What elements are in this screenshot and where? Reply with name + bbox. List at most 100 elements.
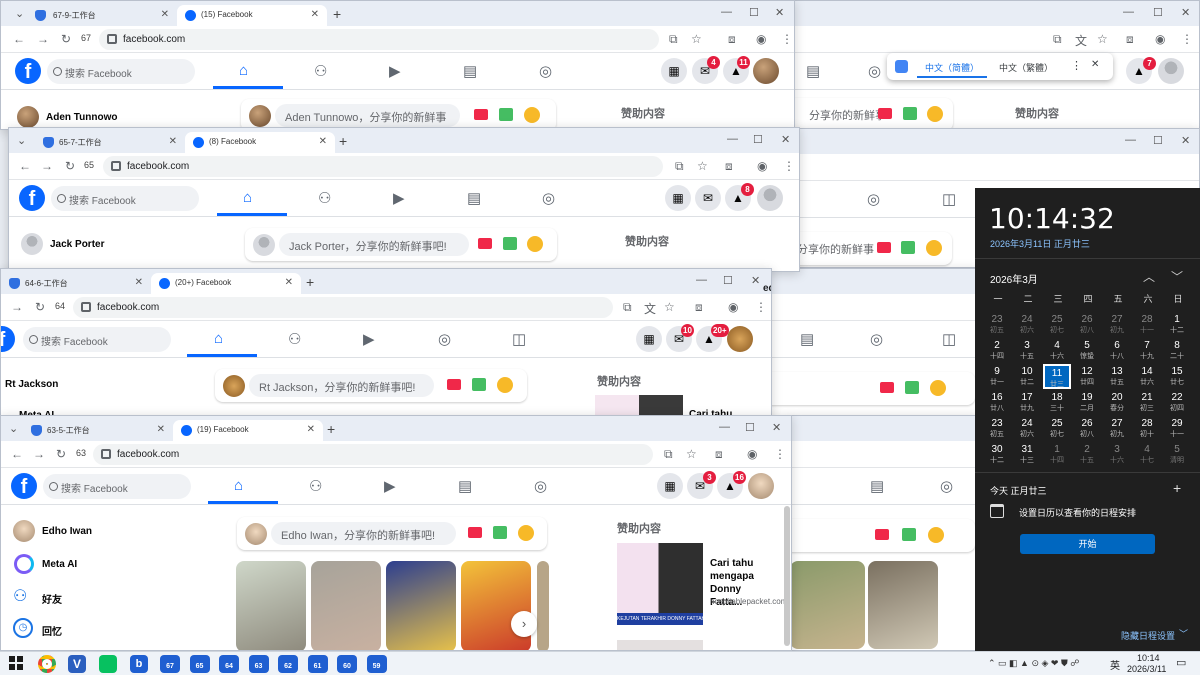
calendar-day[interactable]: 3 十六 <box>1103 442 1131 467</box>
close-tab-icon[interactable]: ✕ <box>311 9 319 20</box>
photo-icon[interactable] <box>905 381 919 394</box>
avatar[interactable] <box>757 185 783 211</box>
tab-facebook[interactable]: (15) Facebook ✕ <box>177 5 327 26</box>
messenger-button[interactable]: ✉ <box>695 185 721 211</box>
calendar-day[interactable]: 6 十八 <box>1103 338 1131 363</box>
menu-grid-button[interactable]: ▦ <box>657 473 683 499</box>
star-icon[interactable]: ☆ <box>686 447 697 461</box>
tab-facebook[interactable]: (20+) Facebook ✕ <box>151 273 301 294</box>
live-video-icon[interactable] <box>468 527 482 538</box>
feeling-icon[interactable] <box>497 377 513 393</box>
search-input[interactable]: 搜索 Facebook <box>23 327 171 352</box>
photo-icon[interactable] <box>901 241 915 254</box>
star-icon[interactable]: ☆ <box>691 32 702 46</box>
close-button[interactable]: ✕ <box>751 274 760 287</box>
taskbar-window-button[interactable]: 60 <box>337 655 357 673</box>
calendar-day[interactable]: 5 惊蛰 <box>1073 338 1101 363</box>
live-video-icon[interactable] <box>474 109 488 120</box>
minimize-button[interactable]: — <box>719 421 730 433</box>
groups-icon[interactable]: ◎ <box>438 330 451 348</box>
feeling-icon[interactable] <box>928 527 944 543</box>
story-card[interactable] <box>790 561 865 649</box>
profile-icon[interactable]: ◉ <box>1155 32 1165 46</box>
friends-icon[interactable]: ⚇ <box>288 330 301 348</box>
extensions-icon[interactable]: ⧈ <box>715 447 723 462</box>
groups-icon[interactable]: ◎ <box>539 62 552 80</box>
tab-workspace[interactable]: 65-7-工作台 ✕ <box>35 132 185 153</box>
groups-icon[interactable]: ◎ <box>542 189 555 207</box>
search-input[interactable]: 搜索 Facebook <box>47 59 195 84</box>
composer-text[interactable]: 分享你的新鲜事 <box>809 107 886 123</box>
gaming-icon[interactable]: ◫ <box>942 330 956 348</box>
new-tab-button[interactable]: + <box>333 6 341 22</box>
clock-date[interactable]: 2026年3月11日 正月廿三 <box>990 237 1090 250</box>
close-tab-icon[interactable]: ✕ <box>135 277 143 288</box>
close-button[interactable]: ✕ <box>775 6 784 19</box>
groups-icon[interactable]: ◎ <box>870 330 883 348</box>
close-tab-icon[interactable]: ✕ <box>319 136 327 147</box>
groups-icon[interactable]: ◎ <box>868 62 881 80</box>
calendar-day[interactable]: 27 初九 <box>1103 312 1131 337</box>
calendar-day[interactable]: 29 十一 <box>1163 416 1191 441</box>
calendar-day[interactable]: 18 三十 <box>1043 390 1071 415</box>
new-tab-button[interactable]: + <box>339 133 347 149</box>
new-tab-button[interactable]: + <box>327 421 335 437</box>
minimize-button[interactable]: — <box>727 133 738 145</box>
facebook-logo-icon[interactable]: f <box>15 58 41 84</box>
calendar-day[interactable]: 21 初三 <box>1133 390 1161 415</box>
close-tab-icon[interactable]: ✕ <box>161 9 169 20</box>
minimize-button[interactable]: — <box>696 274 707 286</box>
menu-icon[interactable]: ⋮ <box>783 159 795 173</box>
close-tab-icon[interactable]: ✕ <box>285 277 293 288</box>
calendar-day[interactable]: 19 二月 <box>1073 390 1101 415</box>
calendar-day[interactable]: 24 初六 <box>1013 312 1041 337</box>
menu-icon[interactable]: ⋮ <box>781 32 793 46</box>
reload-icon[interactable]: ↻ <box>35 300 45 314</box>
marketplace-icon[interactable]: ▤ <box>467 189 481 207</box>
sidebar-item-memories[interactable]: 回忆 <box>42 623 62 638</box>
calendar-day[interactable]: 9 廿一 <box>983 364 1011 389</box>
marketplace-icon[interactable]: ▤ <box>458 477 472 495</box>
facebook-logo-icon[interactable]: f <box>1 326 15 352</box>
groups-icon[interactable]: ◎ <box>940 477 953 495</box>
facebook-logo-icon[interactable]: f <box>19 185 45 211</box>
calendar-day[interactable]: 25 初七 <box>1043 416 1071 441</box>
maximize-button[interactable]: ☐ <box>745 421 755 434</box>
calendar-day[interactable]: 20 春分 <box>1103 390 1131 415</box>
profile-icon[interactable]: ◉ <box>728 300 738 314</box>
live-video-icon[interactable] <box>447 379 461 390</box>
groups-icon[interactable]: ◎ <box>534 477 547 495</box>
calendar-day[interactable]: 4 十七 <box>1133 442 1161 467</box>
minimize-button[interactable]: — <box>721 6 732 18</box>
reload-icon[interactable]: ↻ <box>56 447 66 461</box>
composer-input[interactable]: Edho Iwan，分享你的新鲜事吧! <box>271 522 456 545</box>
calendar-day[interactable]: 15 廿七 <box>1163 364 1191 389</box>
wechat-icon[interactable] <box>99 655 117 673</box>
maximize-button[interactable]: ☐ <box>753 133 763 146</box>
extensions-icon[interactable]: ⧈ <box>728 32 736 47</box>
more-icon[interactable]: ⋮ <box>1071 59 1082 72</box>
extensions-icon[interactable]: ⧈ <box>1126 32 1134 47</box>
month-title[interactable]: 2026年3月 <box>990 271 1038 286</box>
calendar-day[interactable]: 23 初五 <box>983 416 1011 441</box>
ime-indicator[interactable]: 英 <box>1110 657 1120 672</box>
site-info-icon[interactable] <box>107 34 117 44</box>
ad-domain[interactable]: hospitablepacket.com <box>710 597 787 607</box>
calendar-day[interactable]: 23 初五 <box>983 312 1011 337</box>
facebook-logo-icon[interactable]: f <box>11 473 37 499</box>
calendar-day[interactable]: 2 十四 <box>983 338 1011 363</box>
user-name[interactable]: Aden Tunnowo <box>46 112 117 123</box>
profile-icon[interactable]: ◉ <box>756 32 766 46</box>
video-icon[interactable]: ▶ <box>389 62 401 80</box>
calendar-day[interactable]: 28 十一 <box>1133 312 1161 337</box>
avatar[interactable] <box>753 58 779 84</box>
extensions-icon[interactable]: ⧈ <box>695 300 703 315</box>
close-button[interactable]: ✕ <box>1181 134 1190 147</box>
taskbar-window-button[interactable]: 59 <box>366 655 387 673</box>
url-field[interactable]: facebook.com <box>103 156 663 177</box>
live-video-icon[interactable] <box>875 529 889 540</box>
search-input[interactable]: 搜索 Facebook <box>51 186 199 211</box>
tab-facebook[interactable]: (19) Facebook ✕ <box>173 420 323 441</box>
marketplace-icon[interactable]: ▤ <box>800 330 814 348</box>
story-card[interactable] <box>537 561 549 650</box>
